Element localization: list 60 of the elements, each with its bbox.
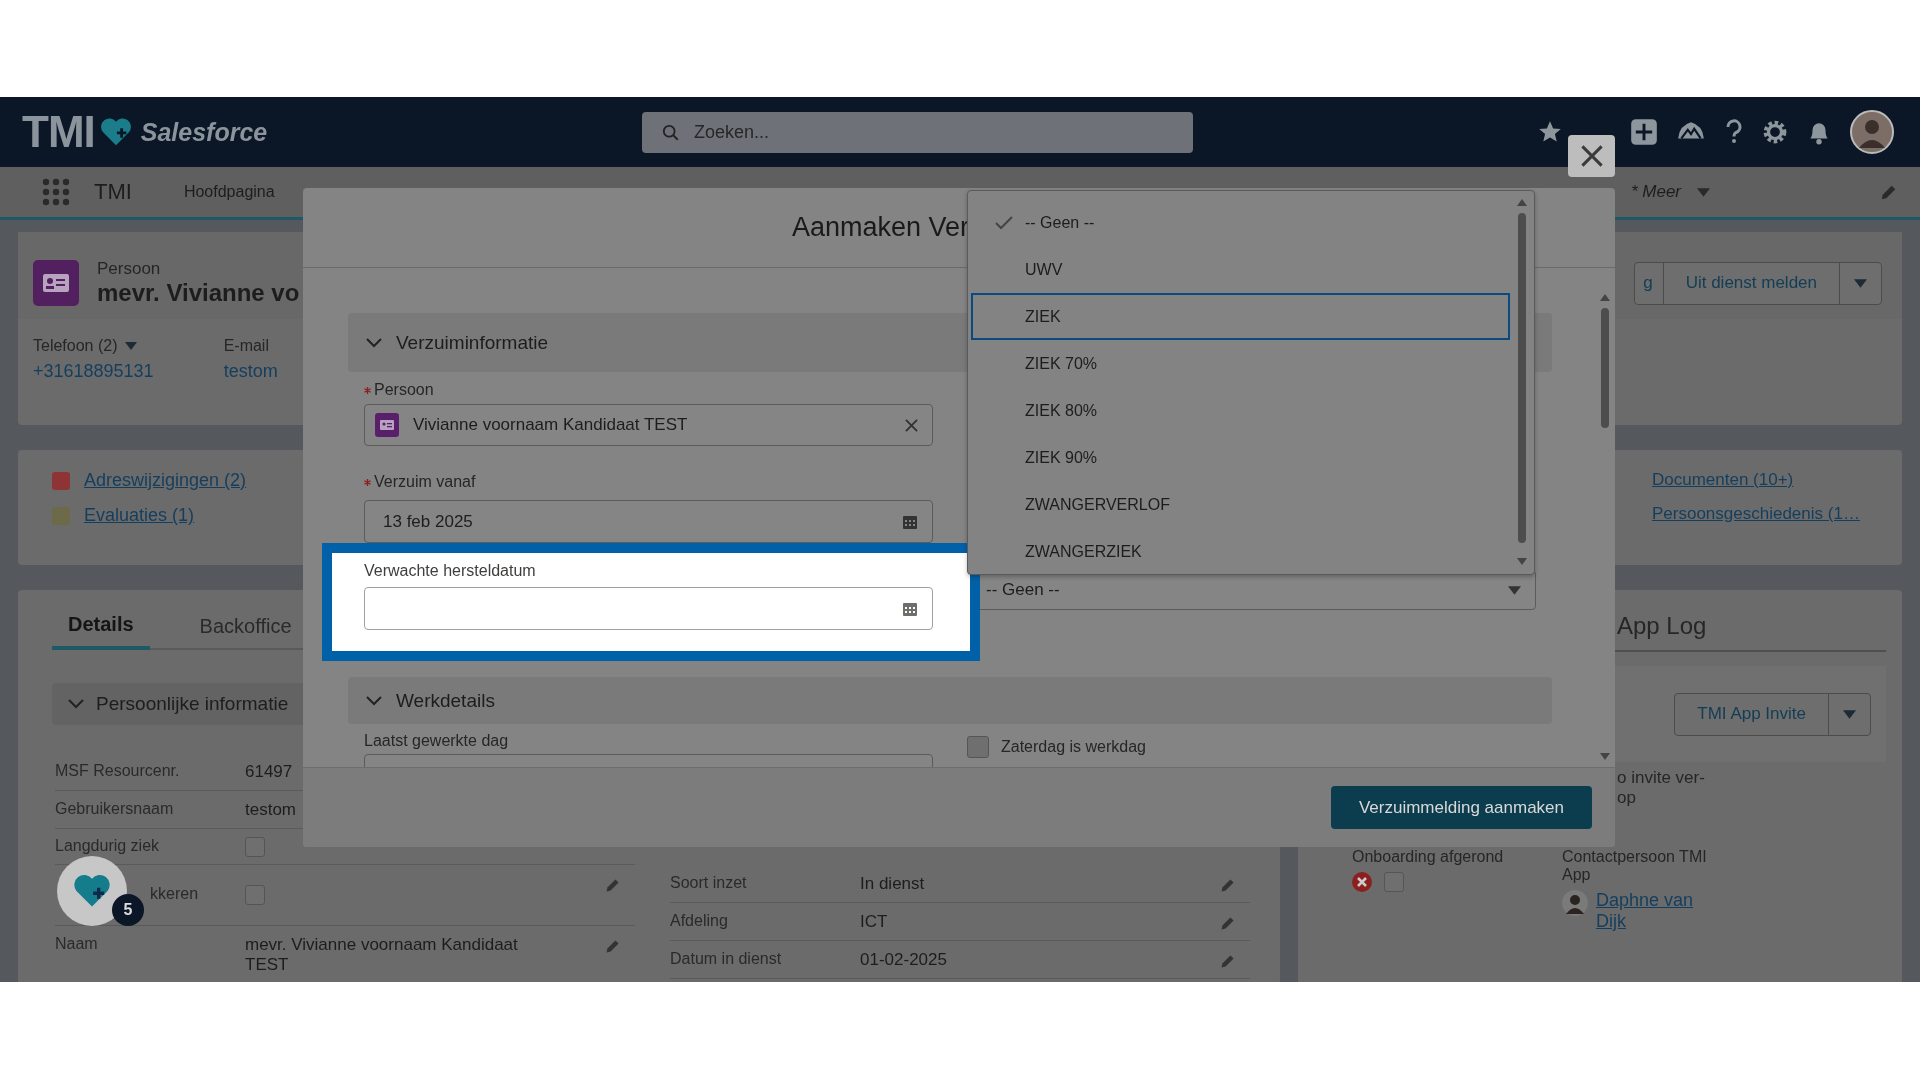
date-field[interactable]: 13 feb 2025: [364, 500, 933, 543]
field-label: Langdurig ziek: [55, 837, 161, 855]
submit-button[interactable]: Verzuimmelding aanmaken: [1330, 786, 1592, 829]
contact-link[interactable]: testom: [223, 361, 278, 382]
field-label: Onboarding afgerond: [1352, 848, 1505, 866]
field-value: ICT: [860, 912, 889, 932]
field-value: 61497: [245, 762, 294, 782]
dropdown-option[interactable]: UWV: [971, 246, 1510, 293]
logo-text: TMI: [22, 107, 95, 157]
action-button[interactable]: g: [1634, 261, 1664, 305]
field-value: 01-02-2025: [860, 950, 948, 970]
tab[interactable]: Details: [52, 613, 150, 650]
section-header[interactable]: Werkdetails: [348, 677, 1552, 724]
app-name: TMI: [94, 179, 132, 205]
field-label: Verwachte hersteldatum: [364, 562, 536, 580]
contact-link[interactable]: +31618895131: [33, 361, 154, 382]
section-title: Werkdetails: [396, 689, 495, 712]
section-title: Verzuiminformatie: [396, 331, 549, 354]
invite-button[interactable]: TMI App Invite: [1674, 692, 1829, 736]
field-label: Soort inzet: [670, 874, 748, 892]
field-label: Verzuim vanaf: [374, 473, 476, 491]
action-button[interactable]: Uit dienst melden: [1662, 261, 1840, 305]
modal-title: Aanmaken Ver: [792, 212, 970, 243]
field-label: MSF Resourcenr.: [55, 762, 181, 780]
record-type: Persoon: [97, 259, 162, 279]
related-link[interactable]: Documenten (10+): [1652, 470, 1892, 490]
contact-link[interactable]: Daphne van Dijk: [1596, 890, 1716, 932]
field-value: mevr. Vivianne voornaam Kandidaat TEST: [245, 935, 519, 975]
lookup-field[interactable]: Vivianne voornaam Kandidaat TEST: [364, 404, 933, 446]
field-label: Afdeling: [670, 912, 729, 930]
field-label: Naam: [55, 935, 99, 953]
dropdown-option[interactable]: ZWANGERVERLOF: [971, 481, 1510, 528]
contact-label: Telefoon (2): [33, 337, 118, 355]
contact-label: E-mail: [223, 337, 269, 355]
field-label: Contactpersoon TMI App: [1562, 848, 1708, 884]
field-label: kkeren: [150, 885, 200, 903]
nav-tab[interactable]: Hoofdpagina: [183, 171, 275, 213]
search-field[interactable]: Zoeken...: [642, 111, 1193, 153]
related-link[interactable]: Evaluaties (1): [84, 505, 195, 526]
field-label: Laatst gewerkte dag: [364, 732, 510, 750]
tab[interactable]: App Log: [1617, 612, 1707, 650]
field-value: 13 feb 2025: [383, 511, 473, 532]
note-text: o invite ver-: [1617, 768, 1706, 788]
related-link[interactable]: Adreswijzigingen (2): [84, 470, 247, 491]
dropdown-option[interactable]: -- Geen --: [971, 199, 1510, 246]
note-text: op: [1617, 788, 1637, 808]
related-link[interactable]: Persoonsgeschiedenis (1…: [1652, 504, 1892, 524]
field-label: Datum in dienst: [670, 950, 783, 968]
field-value: testom: [245, 800, 298, 820]
record-name: mevr. Vivianne vo: [97, 279, 300, 307]
checkbox-label: Zaterdag is werkdag: [1001, 738, 1146, 756]
field-label: Persoon: [374, 381, 434, 399]
dropdown-option[interactable]: ZIEK 90%: [971, 434, 1510, 481]
field-value: In dienst: [860, 874, 926, 894]
field-value: Vivianne voornaam Kandidaat TEST: [413, 415, 688, 435]
dropdown-option[interactable]: ZIEK 80%: [971, 387, 1510, 434]
more-menu[interactable]: * Meer: [1630, 182, 1681, 202]
dropdown-option[interactable]: ZIEK: [971, 293, 1510, 340]
brand-name: Salesforce: [140, 117, 268, 147]
field-label: Gebruikersnaam: [55, 800, 175, 818]
